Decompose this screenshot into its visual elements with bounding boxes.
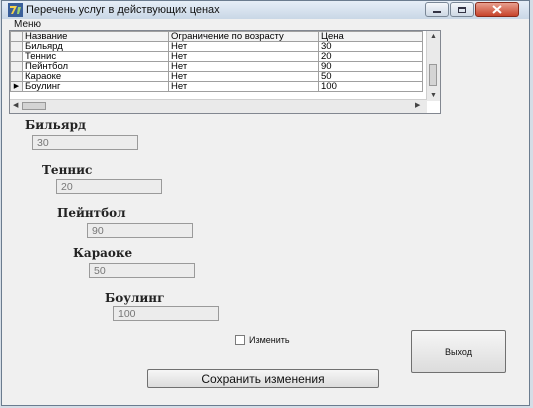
edit-checkbox[interactable] [235,335,245,345]
cell-price[interactable]: 50 [318,71,423,82]
paintball-price-field[interactable]: 90 [87,223,193,238]
exit-button[interactable]: Выход [411,330,506,373]
cell-price[interactable]: 90 [318,61,423,72]
window-title: Перечень услуг в действующих ценах [26,4,220,16]
karaoke-price-field[interactable]: 50 [89,263,195,278]
app-icon [8,3,23,17]
cell-name[interactable]: Пейнтбол [22,61,169,72]
row-header-corner [10,31,23,42]
minimize-button[interactable] [425,2,449,17]
minimize-icon [433,11,441,13]
table-row[interactable]: ▶ Боулинг Нет 100 [10,81,423,92]
scroll-left-icon[interactable]: ◀ [13,102,18,110]
scroll-down-icon[interactable]: ▼ [430,92,437,100]
row-header[interactable] [10,61,23,72]
table-row[interactable]: Караоке Нет 50 [10,71,423,82]
table-header-row: Название Ограничение по возрасту Цена [10,31,423,42]
cell-name[interactable]: Бильярд [22,41,169,52]
column-header-name[interactable]: Название [22,31,169,42]
close-button[interactable] [475,2,519,17]
row-header[interactable] [10,51,23,62]
edit-checkbox-label[interactable]: Изменить [249,335,290,345]
row-header[interactable] [10,71,23,82]
billiard-price-field[interactable]: 30 [32,135,138,150]
table-row[interactable]: Бильярд Нет 30 [10,41,423,52]
paintball-label: Пейнтбол [57,206,126,220]
edit-checkbox-group[interactable]: Изменить [235,335,290,345]
current-row-indicator-icon[interactable]: ▶ [10,81,23,92]
services-grid[interactable]: Название Ограничение по возрасту Цена Би… [9,30,441,114]
save-changes-button[interactable]: Сохранить изменения [147,369,379,388]
app-window: Перечень услуг в действующих ценах Меню … [1,0,530,406]
scroll-up-icon[interactable]: ▲ [430,33,437,41]
cell-age-limit[interactable]: Нет [168,71,319,82]
cell-age-limit[interactable]: Нет [168,61,319,72]
row-header[interactable] [10,41,23,52]
cell-name[interactable]: Караоке [22,71,169,82]
bowling-price-field[interactable]: 100 [113,306,219,321]
tennis-label: Теннис [42,163,93,177]
bowling-label: Боулинг [105,291,165,305]
menu-item-main[interactable]: Меню [14,19,41,30]
title-bar[interactable]: Перечень услуг в действующих ценах [2,1,529,20]
cell-age-limit[interactable]: Нет [168,81,319,92]
table-row[interactable]: Теннис Нет 20 [10,51,423,62]
table-row[interactable]: Пейнтбол Нет 90 [10,61,423,72]
services-table: Название Ограничение по возрасту Цена Би… [10,31,423,92]
cell-name[interactable]: Теннис [22,51,169,62]
maximize-icon [458,6,466,13]
maximize-button[interactable] [450,2,474,17]
cell-price[interactable]: 20 [318,51,423,62]
close-icon [492,5,502,14]
cell-price[interactable]: 30 [318,41,423,52]
tennis-price-field[interactable]: 20 [56,179,162,194]
vertical-scrollbar[interactable]: ▲ ▼ [426,31,440,101]
karaoke-label: Караоке [73,246,133,260]
column-header-price[interactable]: Цена [318,31,423,42]
horizontal-scroll-thumb[interactable] [22,102,46,110]
vertical-scroll-thumb[interactable] [429,64,437,86]
cell-age-limit[interactable]: Нет [168,51,319,62]
cell-price[interactable]: 100 [318,81,423,92]
cell-age-limit[interactable]: Нет [168,41,319,52]
column-header-age-limit[interactable]: Ограничение по возрасту [168,31,319,42]
billiard-label: Бильярд [25,118,87,132]
scroll-right-icon[interactable]: ▶ [415,102,420,110]
horizontal-scrollbar[interactable]: ◀ ▶ [10,99,427,113]
cell-name[interactable]: Боулинг [22,81,169,92]
